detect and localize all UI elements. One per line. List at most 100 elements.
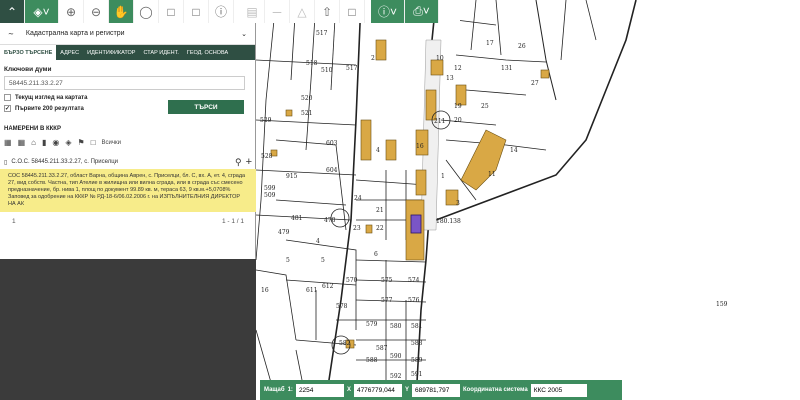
svg-text:577: 577 xyxy=(381,297,393,304)
svg-text:612: 612 xyxy=(322,283,334,290)
svg-text:6: 6 xyxy=(374,251,378,258)
svg-text:17: 17 xyxy=(486,40,494,47)
phone-icon: ▯ xyxy=(4,159,8,166)
svg-text:19: 19 xyxy=(454,103,462,110)
remove-icon[interactable]: □ xyxy=(184,0,209,23)
ruler-icon[interactable]: ─ xyxy=(265,0,290,23)
cadastral-map[interactable]: 517 518 510 520 521 517 529 528 509 599 915 604 … xyxy=(256,0,800,400)
flag-icon[interactable]: ⚑ xyxy=(78,138,85,147)
svg-text:11: 11 xyxy=(488,171,496,178)
search-icon[interactable]: ⚲ xyxy=(235,157,242,168)
tab-identifier[interactable]: ИДЕНТИФИКАТОР xyxy=(83,45,139,60)
polygon-icon[interactable]: △ xyxy=(290,0,315,23)
pager: 1 1 - 1 / 1 xyxy=(0,212,256,231)
svg-text:528: 528 xyxy=(261,153,273,160)
svg-text:581: 581 xyxy=(411,323,422,330)
info-icon[interactable]: ⓘ xyxy=(209,0,234,23)
search-button[interactable]: ТЪРСИ xyxy=(168,100,244,114)
svg-text:131: 131 xyxy=(501,65,512,72)
building-icon[interactable]: ▮ xyxy=(42,138,46,147)
table-icon[interactable]: ▦ xyxy=(18,138,26,147)
svg-text:592: 592 xyxy=(390,373,402,380)
pager-range: 1 - 1 / 1 xyxy=(221,218,244,225)
grid-icon[interactable]: ▦ xyxy=(4,138,12,147)
scale-input[interactable] xyxy=(295,383,344,397)
svg-text:580: 580 xyxy=(390,323,402,330)
svg-text:5: 5 xyxy=(286,257,290,264)
svg-text:16: 16 xyxy=(261,287,269,294)
search-input[interactable] xyxy=(4,76,245,90)
svg-text:13: 13 xyxy=(446,75,454,82)
add-icon[interactable]: + xyxy=(246,156,252,168)
tab-address[interactable]: АДРЕС xyxy=(56,45,83,60)
y-coordinate[interactable] xyxy=(411,383,460,397)
add-point-icon[interactable]: □ xyxy=(159,0,184,23)
svg-text:1: 1 xyxy=(441,173,445,180)
globe-icon[interactable]: ◯ xyxy=(134,0,159,23)
upload-icon[interactable]: ⇧ xyxy=(315,0,340,23)
chevron-down-icon[interactable]: ⌄ xyxy=(241,30,247,38)
svg-text:5: 5 xyxy=(321,257,325,264)
box-icon[interactable]: □ xyxy=(91,138,96,147)
svg-text:510: 510 xyxy=(321,67,333,74)
zoom-in-icon[interactable]: ⊕ xyxy=(59,0,84,23)
keywords-label: Ключови думи xyxy=(4,66,52,73)
result-text: СОС 58445.211.33.2.27, област Варна, общ… xyxy=(8,173,246,193)
svg-text:10: 10 xyxy=(436,55,444,62)
tab-geodetic-base[interactable]: ГЕОД. ОСНОВА xyxy=(183,45,232,60)
filter-bar: ▦ ▦ ⌂ ▮ ◉ ◈ ⚑ □ Всички xyxy=(0,132,256,153)
map-canvas: 517518510 520521517 529528509 599915604 … xyxy=(256,0,728,400)
crs-label: Координатна система xyxy=(462,387,528,393)
current-view-checkbox[interactable] xyxy=(4,94,11,101)
svg-text:589: 589 xyxy=(411,357,423,364)
svg-text:583: 583 xyxy=(411,340,423,347)
y-label: Y xyxy=(404,387,409,393)
svg-text:517: 517 xyxy=(316,30,328,37)
panel-title: Кадастрална карта и регистри xyxy=(25,30,125,37)
search-tabs: БЪРЗО ТЪРСЕНЕ АДРЕС ИДЕНТИФИКАТОР СТАР И… xyxy=(0,45,255,60)
svg-text:599: 599 xyxy=(264,185,276,192)
svg-text:603: 603 xyxy=(326,140,338,147)
pager-page[interactable]: 1 xyxy=(12,218,16,225)
svg-text:12: 12 xyxy=(454,65,462,72)
first200-checkbox[interactable]: ✓ xyxy=(4,105,11,112)
tab-quick-search[interactable]: БЪРЗО ТЪРСЕНЕ xyxy=(0,45,57,60)
zoom-out-icon[interactable]: ⊖ xyxy=(84,0,109,23)
print-region-icon[interactable]: ▤ xyxy=(240,0,265,23)
select-box-icon[interactable]: □ xyxy=(340,0,365,23)
crs-select[interactable] xyxy=(530,383,587,397)
layers-icon[interactable]: ◈˅ xyxy=(25,0,59,23)
selected-object[interactable] xyxy=(410,214,422,234)
svg-text:479: 479 xyxy=(278,229,290,236)
svg-text:22: 22 xyxy=(376,225,384,232)
all-label[interactable]: Всички xyxy=(102,140,121,146)
cadastre-icon: ∼ xyxy=(8,30,14,38)
panel-header[interactable]: ∼ Кадастрална карта и регистри ⌄ xyxy=(0,23,255,45)
x-label: X xyxy=(346,387,351,393)
svg-text:4: 4 xyxy=(316,238,320,245)
print-icon[interactable]: ⎙˅ xyxy=(405,0,439,23)
svg-text:4: 4 xyxy=(376,147,380,154)
result-details: СОС 58445.211.33.2.27, област Варна, общ… xyxy=(0,169,256,212)
status-bar: Мащаб 1: X Y Координатна система xyxy=(260,380,622,400)
location-icon[interactable]: ◉ xyxy=(52,138,59,147)
layers-filter-icon[interactable]: ◈ xyxy=(65,138,71,147)
svg-text:27: 27 xyxy=(531,80,539,87)
result-item[interactable]: ▯ С.О.С. 58445.211.33.2.27, с. Приселци … xyxy=(0,155,256,212)
home-icon[interactable]: ⌂ xyxy=(31,138,36,147)
svg-text:604: 604 xyxy=(326,167,338,174)
svg-text:481: 481 xyxy=(291,215,302,222)
result-text-2: Заповед за одобрение на КККР № РД-18-6/0… xyxy=(8,194,241,207)
info-circle-icon[interactable]: ⓘ˅ xyxy=(371,0,405,23)
svg-text:16: 16 xyxy=(416,143,424,150)
svg-text:520: 520 xyxy=(301,95,313,102)
panel-empty-area xyxy=(0,259,256,400)
result-title: С.О.С. 58445.211.33.2.27, с. Приселци xyxy=(11,159,119,165)
svg-text:582: 582 xyxy=(339,340,351,347)
svg-text:587: 587 xyxy=(376,345,388,352)
scale-label: Мащаб xyxy=(264,387,285,393)
chevron-up-icon[interactable]: ⌃ xyxy=(0,0,25,23)
pan-hand-icon[interactable]: ✋ xyxy=(109,0,134,23)
x-coordinate[interactable] xyxy=(353,383,402,397)
tab-old-identifier[interactable]: СТАР ИДЕНТ. xyxy=(139,45,182,60)
